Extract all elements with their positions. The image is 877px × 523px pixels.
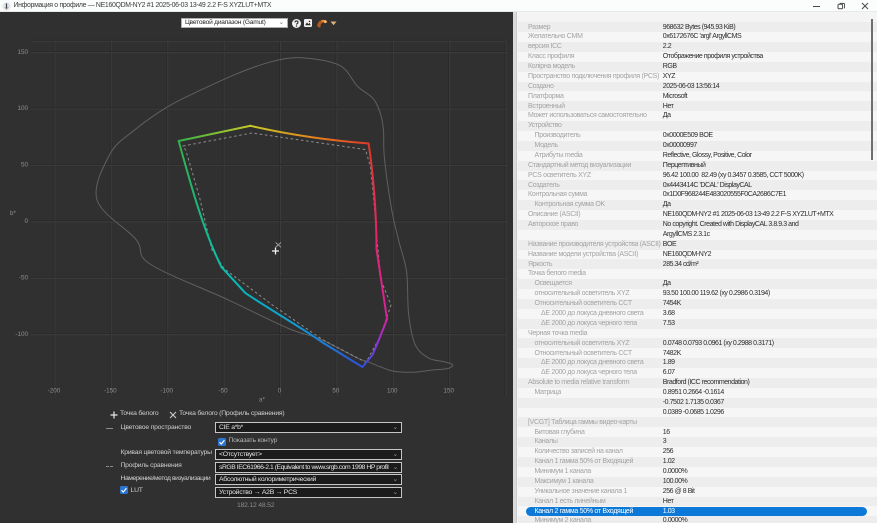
svg-text:100: 100 — [387, 388, 398, 395]
svg-text:50: 50 — [21, 162, 29, 169]
svg-text:-50: -50 — [19, 274, 29, 281]
svg-text:-100: -100 — [15, 331, 28, 338]
svg-text:150: 150 — [17, 49, 28, 56]
svg-text:100: 100 — [17, 105, 28, 112]
svg-text:-50: -50 — [219, 388, 229, 395]
svg-text:0: 0 — [24, 218, 28, 225]
svg-text:-150: -150 — [104, 388, 117, 395]
svg-text:-100: -100 — [160, 388, 173, 395]
svg-text:150: 150 — [443, 388, 454, 395]
svg-text:50: 50 — [332, 388, 340, 395]
svg-text:0: 0 — [278, 388, 282, 395]
svg-text:b*: b* — [10, 210, 17, 217]
svg-text:a*: a* — [259, 397, 266, 404]
svg-text:-200: -200 — [48, 388, 61, 395]
